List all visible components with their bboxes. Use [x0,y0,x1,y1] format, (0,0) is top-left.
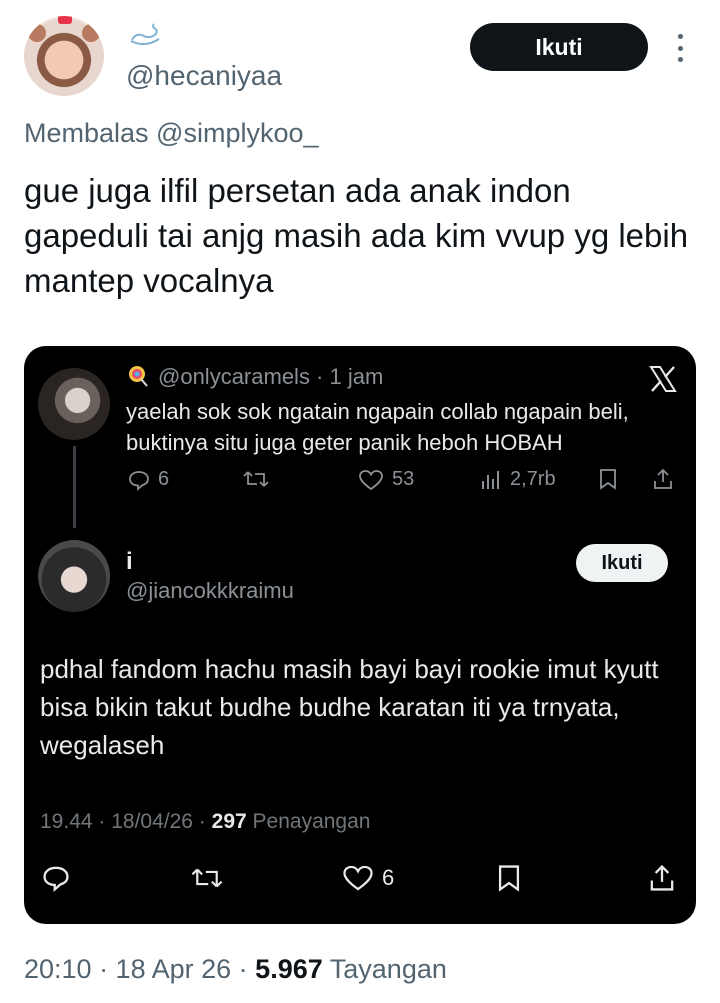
avatar-bow [58,16,72,24]
bookmark [598,468,618,490]
quoted-actions: 6 53 2,7rb [24,468,696,498]
like-count-value: 6 [382,865,395,890]
reply [42,864,70,892]
like-count: 6 [342,864,394,892]
reply-meta: 19.44 · 18/04/26 · 297 Penayangan [40,810,370,834]
swan-icon [130,23,160,45]
lollipop-icon [129,366,148,387]
reply-handle: @jiancokkkraimu [126,578,294,603]
post-views-count: 5.967 [255,954,323,984]
share-icon [650,864,674,891]
post-meta: 20:10 · 18 Apr 26 · 5.967 Tayangan [24,954,447,985]
quoted-text: yaelah sok sok ngatain ngapain collab ng… [126,399,629,455]
like-icon [359,469,383,490]
bookmark-icon [498,865,520,892]
more-icon[interactable] [670,34,690,62]
retweet-icon [191,868,223,888]
avatar-ear [28,24,46,42]
share-icon [654,468,672,489]
reply-count: 6 [128,468,169,491]
bookmark [496,864,522,892]
reply-actions: 6 [24,864,696,898]
author-handle[interactable]: @hecaniyaa [126,60,282,92]
retweet [190,864,224,892]
bookmark-icon [600,469,616,490]
retweet-icon [243,471,269,487]
reply-text: pdhal fandom hachu masih bayi bayi rooki… [40,654,659,760]
reply-count-value: 6 [158,468,170,490]
embedded-follow-button: Ikuti [576,544,668,582]
avatar[interactable] [24,16,104,96]
reply-timestamp: 19.44 · 18/04/26 · [40,810,206,833]
views-icon [482,470,499,489]
reply-views-count: 297 [211,810,247,833]
reply-avatar [38,540,110,612]
share [648,864,676,892]
share [652,468,674,490]
embedded-screenshot: @onlycaramels · 1 jam yaelah sok sok nga… [24,346,696,924]
post-views-label: Tayangan [329,954,447,984]
follow-button[interactable]: Ikuti [470,23,648,71]
reply-icon [129,470,149,491]
like-count: 53 [358,468,414,491]
quoted-avatar [38,368,110,440]
like-icon [343,865,373,891]
retweet [242,468,270,490]
reply-icon [43,866,69,892]
avatar-ear [82,24,100,42]
tweet-text: gue juga ilfil persetan ada anak indon g… [24,172,689,299]
like-count-value: 53 [392,468,415,490]
post-timestamp[interactable]: 20:10 · 18 Apr 26 · [24,954,248,984]
quoted-user-line: @onlycaramels · 1 jam [158,364,384,389]
replying-to[interactable]: Membalas @simplykoo_ [24,118,319,149]
reply-name: i [126,548,133,575]
views-count: 2,7rb [480,468,556,491]
views-count-value: 2,7rb [510,468,556,490]
x-logo-icon [649,366,677,392]
reply-views-label: Penayangan [252,810,371,833]
